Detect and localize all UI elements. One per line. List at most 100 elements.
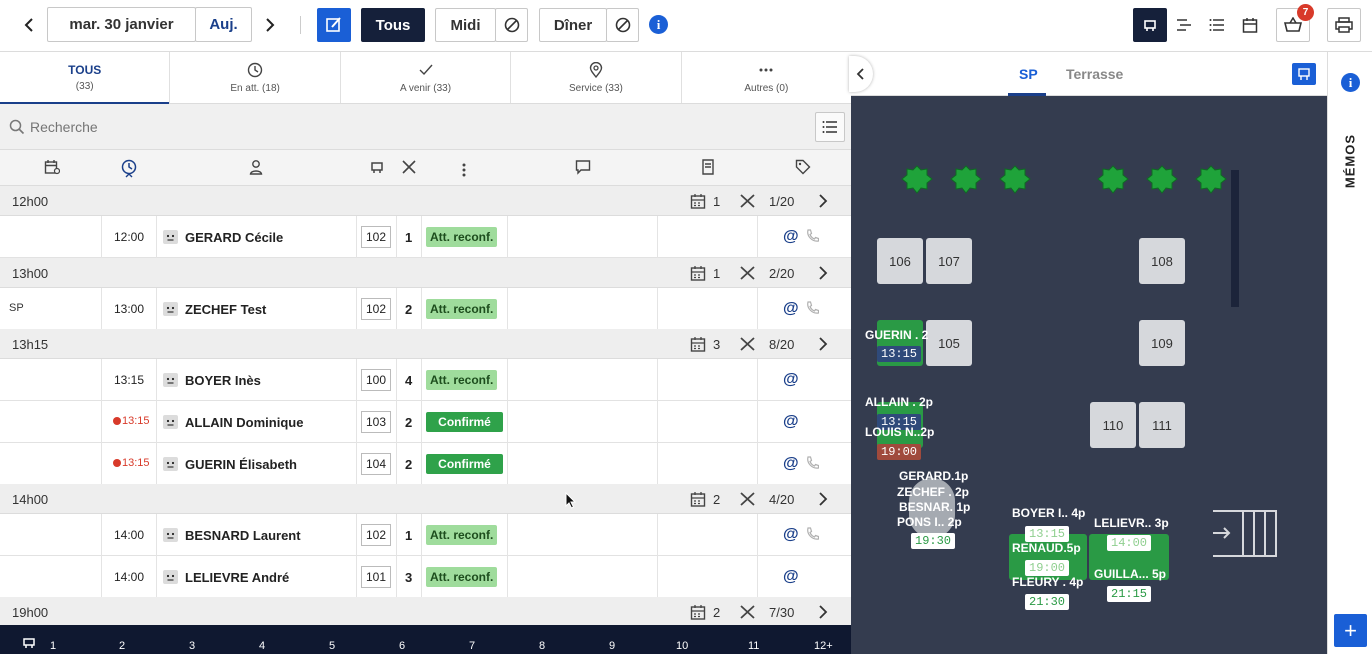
email-icon[interactable]: @	[783, 413, 799, 431]
tab-service[interactable]: Service (33)	[511, 52, 682, 103]
block-dinner-button[interactable]	[606, 8, 639, 42]
email-icon[interactable]: @	[783, 300, 799, 318]
guest-name[interactable]: BOYER Inès	[185, 373, 261, 388]
table-number[interactable]: 101	[361, 566, 391, 588]
time-group-header[interactable]: 13h00 1 2/20	[0, 258, 851, 288]
status-badge[interactable]: Att. reconf.	[426, 227, 498, 247]
edit-button[interactable]	[317, 8, 351, 42]
phone-icon[interactable]	[805, 456, 820, 473]
email-icon[interactable]: @	[783, 526, 799, 544]
table-105[interactable]: 105	[926, 320, 972, 366]
service-lunch-button[interactable]: Midi	[435, 8, 496, 42]
date-picker-button[interactable]: mar. 30 janvier	[47, 7, 196, 42]
clock-sort-icon[interactable]	[121, 159, 137, 179]
time-group-header[interactable]: 12h00 1 1/20	[0, 186, 851, 216]
print-button[interactable]	[1327, 8, 1361, 42]
list-options-button[interactable]	[815, 112, 845, 142]
memos-info-icon[interactable]: i	[1341, 73, 1360, 92]
guest-name[interactable]: BESNARD Laurent	[185, 528, 301, 543]
next-day-button[interactable]	[259, 14, 281, 36]
block-lunch-button[interactable]	[495, 8, 528, 42]
covers-filter-number[interactable]: 8	[539, 640, 545, 652]
prev-day-button[interactable]	[18, 14, 40, 36]
chevron-right-icon[interactable]	[818, 266, 828, 283]
covers-filter-number[interactable]: 6	[399, 640, 405, 652]
more-vertical-icon[interactable]	[461, 163, 467, 179]
covers-filter-number[interactable]: 1	[50, 640, 56, 652]
tab-upcoming[interactable]: A venir (33)	[341, 52, 512, 103]
room-tab-terrasse[interactable]: Terrasse	[1066, 66, 1123, 82]
chevron-right-icon[interactable]	[818, 194, 828, 211]
table-number[interactable]: 103	[361, 411, 391, 433]
status-badge[interactable]: Confirmé	[426, 454, 503, 474]
guest-name[interactable]: LELIEVRE André	[185, 570, 289, 585]
table-row[interactable]: 13:15 ALLAIN Dominique 103 2 Confirmé @	[0, 401, 851, 443]
view-timeline-button[interactable]	[1167, 8, 1200, 42]
table-row[interactable]: 12:00 GERARD Cécile 102 1 Att. reconf. @	[0, 216, 851, 258]
table-107[interactable]: 107	[926, 238, 972, 284]
tag-icon[interactable]	[795, 159, 811, 175]
add-memo-button[interactable]: +	[1334, 614, 1367, 647]
time-group-header[interactable]: 13h15 3 8/20	[0, 329, 851, 359]
today-button[interactable]: Auj.	[195, 7, 252, 42]
status-badge[interactable]: Confirmé	[426, 412, 503, 432]
covers-filter-number[interactable]: 3	[189, 640, 195, 652]
chevron-right-icon[interactable]	[818, 337, 828, 354]
status-badge[interactable]: Att. reconf.	[426, 567, 498, 587]
table-row[interactable]: 14:00 LELIEVRE André 101 3 Att. reconf. @	[0, 556, 851, 598]
tab-all[interactable]: TOUS (33)	[0, 52, 171, 104]
table-icon[interactable]	[369, 159, 385, 175]
collapse-panel-button[interactable]	[849, 56, 873, 92]
tab-others[interactable]: Autres (0)	[682, 52, 851, 103]
service-dinner-button[interactable]: Dîner	[539, 8, 607, 42]
guest-name[interactable]: ALLAIN Dominique	[185, 415, 303, 430]
covers-filter-number[interactable]: 2	[119, 640, 125, 652]
chevron-right-icon[interactable]	[818, 492, 828, 509]
service-all-button[interactable]: Tous	[361, 8, 425, 42]
table-106[interactable]: 106	[877, 238, 923, 284]
status-badge[interactable]: Att. reconf.	[426, 299, 498, 319]
covers-filter-number[interactable]: 9	[609, 640, 615, 652]
info-icon[interactable]: i	[649, 15, 668, 34]
chevron-right-icon[interactable]	[818, 605, 828, 622]
floor-plan[interactable]: 106 107 108 105 109 110 111 GUERIN . 2 1…	[851, 96, 1327, 654]
table-108[interactable]: 108	[1139, 238, 1185, 284]
table-number[interactable]: 100	[361, 369, 391, 391]
time-group-header[interactable]: 19h00 2 7/30	[0, 597, 851, 627]
view-floorplan-button[interactable]	[1133, 8, 1167, 42]
swap-tables-button[interactable]	[1292, 63, 1316, 85]
table-row[interactable]: 14:00 BESNARD Laurent 102 1 Att. reconf. @	[0, 514, 851, 556]
table-109[interactable]: 109	[1139, 320, 1185, 366]
email-icon[interactable]: @	[783, 228, 799, 246]
covers-filter-number[interactable]: 12+	[814, 640, 833, 652]
email-icon[interactable]: @	[783, 455, 799, 473]
table-110[interactable]: 110	[1090, 402, 1136, 448]
table-number[interactable]: 102	[361, 298, 391, 320]
table-number[interactable]: 104	[361, 453, 391, 475]
covers-filter-number[interactable]: 10	[676, 640, 688, 652]
email-icon[interactable]: @	[783, 371, 799, 389]
phone-icon[interactable]	[805, 527, 820, 544]
guest-name[interactable]: GUERIN Élisabeth	[185, 457, 297, 472]
comment-icon[interactable]	[575, 159, 591, 175]
calendar-pin-icon[interactable]	[44, 159, 60, 175]
time-group-header[interactable]: 14h00 2 4/20	[0, 484, 851, 514]
phone-icon[interactable]	[805, 301, 820, 318]
status-badge[interactable]: Att. reconf.	[426, 370, 498, 390]
cutlery-icon[interactable]	[401, 159, 417, 175]
receipt-icon[interactable]	[701, 159, 717, 175]
table-111[interactable]: 111	[1139, 402, 1185, 448]
status-badge[interactable]: Att. reconf.	[426, 525, 498, 545]
guest-name[interactable]: GERARD Cécile	[185, 230, 283, 245]
covers-filter-number[interactable]: 4	[259, 640, 265, 652]
guest-name[interactable]: ZECHEF Test	[185, 302, 266, 317]
table-number[interactable]: 102	[361, 226, 391, 248]
room-tab-sp[interactable]: SP	[1019, 66, 1038, 82]
search-input[interactable]	[30, 114, 790, 140]
view-list-button[interactable]	[1200, 8, 1233, 42]
view-calendar-button[interactable]	[1233, 8, 1266, 42]
table-row[interactable]: 13:15 BOYER Inès 100 4 Att. reconf. @	[0, 359, 851, 401]
covers-filter-number[interactable]: 5	[329, 640, 335, 652]
phone-icon[interactable]	[805, 229, 820, 246]
memos-label[interactable]: MÉMOS	[1330, 134, 1370, 188]
